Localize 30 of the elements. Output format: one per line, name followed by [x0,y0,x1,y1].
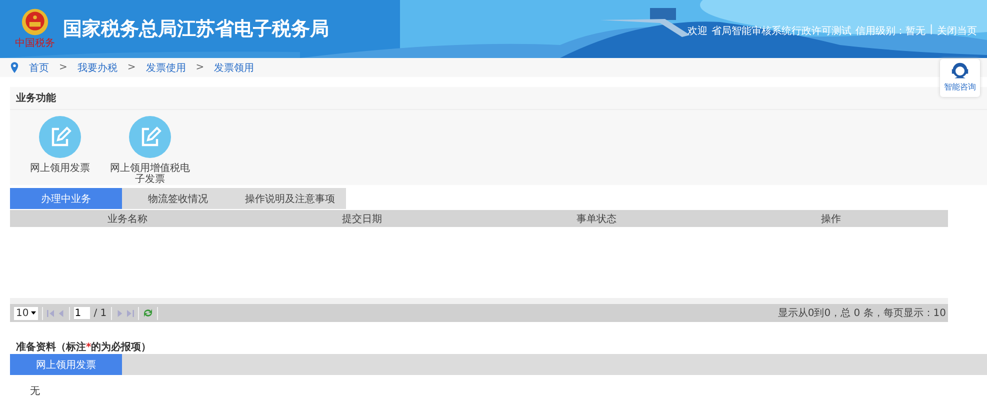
materials-content: 无 [30,385,41,398]
pager-summary: 显示从0到0，总 0 条，每页显示：10 [778,306,946,320]
breadcrumb-separator: > [127,62,136,73]
column-header: 提交日期 [340,212,383,226]
materials-title: 准备资料（标注*的为必报项） [16,340,152,352]
column-header: 操作 [820,212,842,226]
user-name: 省局智能审核系统行政许可测试 [712,24,852,38]
breadcrumb-separator: > [196,62,204,73]
separator: | [930,24,933,37]
tab[interactable]: 网上领用发票 [10,354,122,375]
welcome-text: 欢迎 [688,24,708,38]
breadcrumb-separator: > [59,62,68,73]
breadcrumb-link[interactable]: 发票领用 [214,60,254,74]
tab[interactable]: 物流签收情况 [122,188,234,209]
function-shortcut[interactable]: 网上领用增值税电子发票 [110,116,190,185]
column-header: 事单状态 [575,212,618,226]
credit-level: 信用级别：暂无 [856,24,926,38]
total-pages: / 1 [94,308,107,318]
breadcrumb-link[interactable]: 我要办税 [77,60,118,74]
logo-caption: 中国税务 [15,36,55,50]
page-size-select[interactable]: 10 [14,306,38,320]
tab[interactable]: 操作说明及注意事项 [234,188,346,209]
site-title: 国家税务总局江苏省电子税务局 [63,17,329,42]
consult-button[interactable]: 智能咨询 [940,59,980,97]
page-input[interactable]: 1 [74,307,90,319]
tab[interactable]: 办理中业务 [10,188,122,209]
breadcrumb-link[interactable]: 首页 [29,60,49,74]
column-header: 业务名称 [106,212,148,226]
breadcrumb-link[interactable]: 发票使用 [146,60,186,74]
function-shortcut[interactable]: 网上领用发票 [20,116,100,185]
